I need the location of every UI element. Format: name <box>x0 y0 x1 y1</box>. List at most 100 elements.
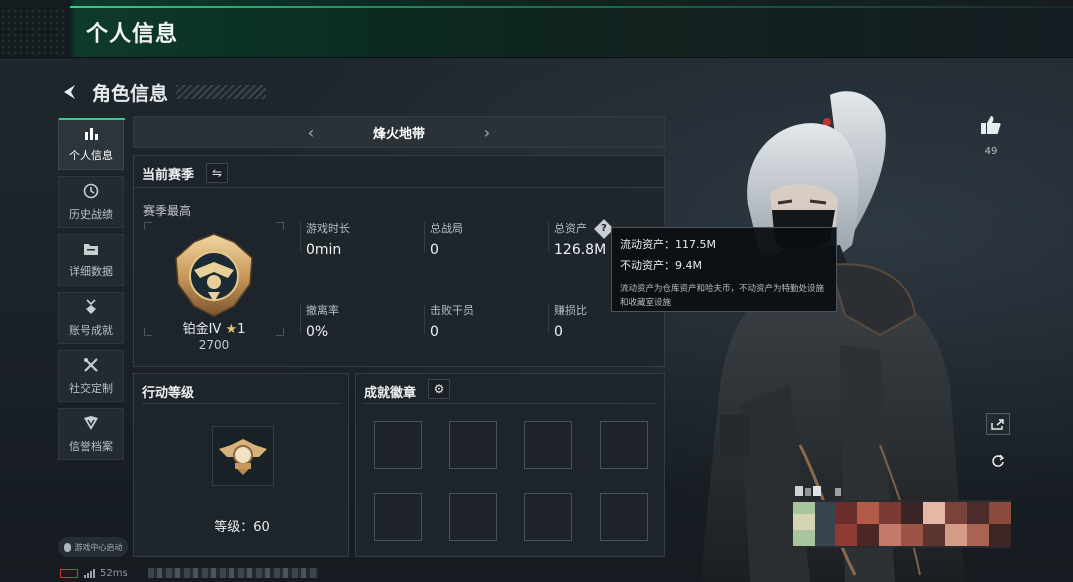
achievement-slot[interactable] <box>524 493 572 541</box>
divider <box>134 187 664 188</box>
share-button[interactable] <box>986 413 1010 435</box>
achievement-slot[interactable] <box>449 421 497 469</box>
rotate-icon <box>992 454 1005 467</box>
stat-label: 总战局 <box>430 222 463 235</box>
achievement-slot[interactable] <box>374 493 422 541</box>
like-widget[interactable]: 49 <box>978 115 1004 157</box>
rank-display: 铂金IV ★1 <box>134 318 294 337</box>
stat-value: 0 <box>554 324 563 340</box>
nav-label: 个人信息 <box>69 148 113 162</box>
bar-chart-icon <box>83 126 99 144</box>
assets-tooltip: 流动资产：117.5M 不动资产：9.4M 流动资产为仓库资产和哈夫币，不动资产… <box>611 227 837 312</box>
gear-icon: ⚙ <box>433 382 445 396</box>
rotate-button[interactable] <box>986 450 1010 472</box>
rank-stars: 1 <box>237 322 246 337</box>
nav-label: 详细数据 <box>69 264 113 278</box>
stat-label: 总资产 <box>554 222 587 235</box>
divider <box>364 403 656 404</box>
stat-total-assets: 总资产? 126.8M <box>548 219 614 258</box>
stat-total-matches: 总战局 0 <box>424 220 463 258</box>
game-center-launch-button[interactable]: 游戏中心启动 <box>58 537 128 557</box>
nav-label: 账号成就 <box>69 323 113 337</box>
achievement-slot[interactable] <box>524 421 572 469</box>
stat-value: 0% <box>306 324 329 340</box>
fixed-assets: 不动资产：9.4M <box>620 259 702 272</box>
section-header: 角色信息 <box>60 78 267 106</box>
signal-icon <box>84 568 95 578</box>
mode-prev-button[interactable]: ‹ <box>299 123 323 142</box>
censored-label <box>795 486 841 496</box>
battery-icon <box>60 568 78 578</box>
stat-play-time: 游戏时长 0min <box>300 220 350 258</box>
achievement-settings-button[interactable]: ⚙ <box>428 379 450 399</box>
mode-selector: ‹ 烽火地带 › <box>133 116 665 148</box>
level-text: 等级：60 <box>214 520 270 535</box>
back-arrow-icon <box>64 85 75 99</box>
nav-item-detail-data[interactable]: 详细数据 <box>58 234 124 286</box>
level-badge-icon <box>219 439 267 475</box>
divider <box>142 403 340 404</box>
censored-text <box>147 568 318 578</box>
share-icon <box>991 419 1004 430</box>
dot-pattern <box>0 8 66 54</box>
clock-icon <box>83 183 99 203</box>
status-bar: 52ms <box>60 566 318 580</box>
accent-line <box>70 6 1073 8</box>
page-title: 个人信息 <box>86 22 179 47</box>
rank-badge-icon <box>175 233 253 317</box>
swap-icon: ⇋ <box>211 166 223 180</box>
season-switch-button[interactable]: ⇋ <box>206 163 228 183</box>
back-button[interactable] <box>60 81 80 103</box>
thumbs-up-icon <box>978 115 1004 140</box>
season-title: 当前赛季 <box>142 168 195 183</box>
decorative-stripes <box>176 85 267 99</box>
game-center-icon <box>63 542 71 552</box>
stat-value: 126.8M <box>554 242 607 258</box>
nav-item-achievements[interactable]: 账号成就 <box>58 292 124 344</box>
level-badge-frame <box>212 426 274 486</box>
achievement-slot[interactable] <box>449 493 497 541</box>
stat-value: 0 <box>430 324 439 340</box>
like-count: 49 <box>984 146 998 157</box>
side-nav: 个人信息 历史战绩 详细数据 账号成就 社交定制 信誉档案 <box>58 118 126 466</box>
nav-item-social[interactable]: 社交定制 <box>58 350 124 402</box>
season-panel: 当前赛季 ⇋ 赛季最高 铂金IV ★1 2700 游戏时长 0min 总战局 0… <box>133 155 665 367</box>
ping-value: 52ms <box>100 567 128 579</box>
liquid-assets: 流动资产：117.5M <box>620 238 716 251</box>
stat-value: 0min <box>306 242 342 258</box>
tools-icon <box>83 357 99 377</box>
level-panel: 行动等级 等级：60 <box>133 373 349 557</box>
nav-item-personal-info[interactable]: 个人信息 <box>58 118 125 170</box>
nav-label: 信誉档案 <box>69 439 113 453</box>
nav-label: 社交定制 <box>69 381 113 395</box>
stat-extraction-rate: 撤离率 0% <box>300 302 339 340</box>
medal-icon <box>83 298 99 319</box>
censored-player-card <box>793 500 1011 548</box>
mode-name: 烽火地带 <box>372 126 425 142</box>
rank-name: 铂金IV <box>182 322 222 337</box>
stat-operators-defeated: 击败干员 0 <box>424 302 474 340</box>
top-bar: 个人信息 <box>0 0 1073 58</box>
rank-score: 2700 <box>198 338 230 352</box>
achievement-slot[interactable] <box>600 493 648 541</box>
achievement-panel: 成就徽章 ⚙ <box>355 373 665 557</box>
stat-value: 0 <box>430 242 439 258</box>
stat-profit-loss-ratio: 赚损比 0 <box>548 302 587 340</box>
game-center-label: 游戏中心启动 <box>74 542 123 552</box>
star-icon: ★ <box>225 322 238 337</box>
shield-icon <box>83 415 99 435</box>
level-title: 行动等级 <box>142 386 195 401</box>
assets-note: 流动资产为仓库资产和哈夫币，不动资产为特勤处设施和收藏室设施 <box>620 284 825 308</box>
stat-label: 游戏时长 <box>306 222 350 235</box>
mode-next-button[interactable]: › <box>475 123 499 142</box>
nav-item-history[interactable]: 历史战绩 <box>58 176 124 228</box>
achievement-slot[interactable] <box>600 421 648 469</box>
nav-item-reputation[interactable]: 信誉档案 <box>58 408 124 460</box>
season-best-label: 赛季最高 <box>143 204 192 218</box>
achievement-slot[interactable] <box>374 421 422 469</box>
stat-label: 赚损比 <box>554 304 587 317</box>
stat-label: 撤离率 <box>306 304 339 317</box>
stat-label: 击败干员 <box>430 304 474 317</box>
folder-icon <box>83 242 99 260</box>
nav-label: 历史战绩 <box>69 207 113 221</box>
